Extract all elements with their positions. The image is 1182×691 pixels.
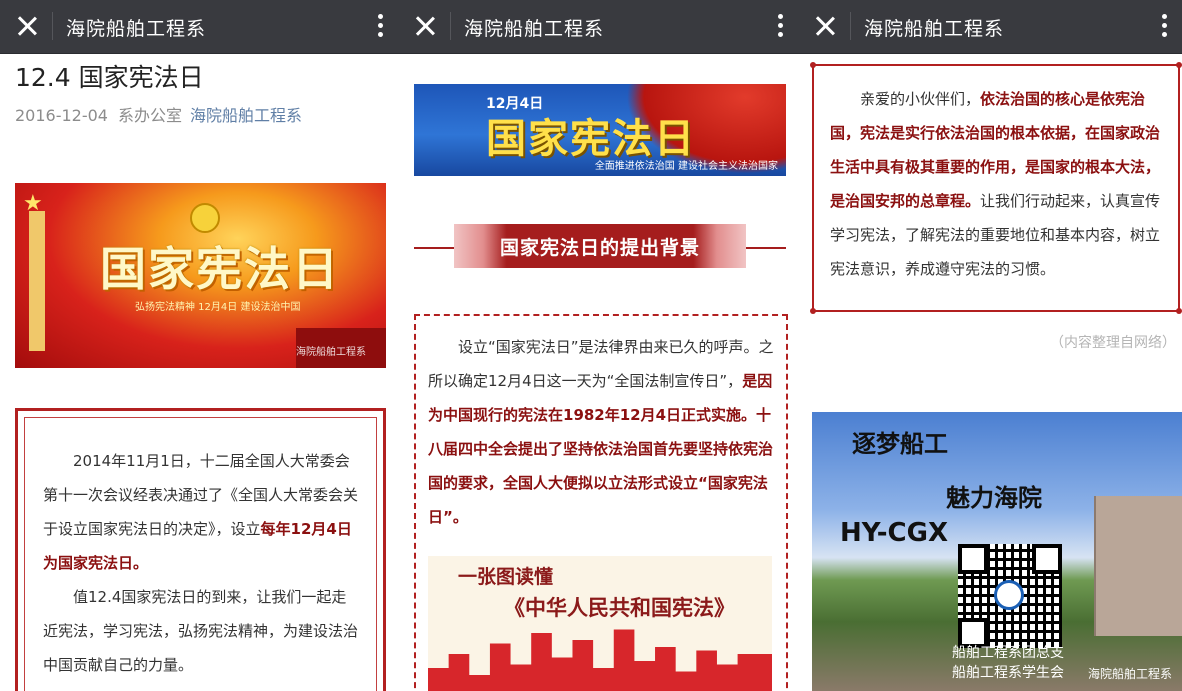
watermark: 海院船舶工程系 <box>1087 667 1172 681</box>
emblem-icon <box>190 203 220 233</box>
corner-dot <box>1176 62 1182 68</box>
panel-left: 海院船舶工程系 12.4 国家宪法日 2016-12-04 系办公室 海院船舶工程系… <box>0 0 398 691</box>
cta-greeting: 亲爱的小伙伴们， <box>860 90 981 108</box>
infographic-poster: 一张图读懂 《中华人民共和国宪法》 <box>428 556 772 691</box>
article-date: 2016-12-04 <box>15 106 108 125</box>
intro-paragraph-1: 2014年11月1日，十二届全国人大常委会第十一次会议经表决通过了《全国人大常委… <box>43 444 358 580</box>
panel-middle: 海院船舶工程系 12月4日 国家宪法日 全面推进依法治国 建设社会主义法治国家 … <box>398 0 798 691</box>
intro-paragraph-2: 值12.4国家宪法日的到来，让我们一起走近宪法，学习宪法，弘扬宪法精神，为建设法… <box>43 588 359 674</box>
poster-line-1: 一张图读懂 <box>458 566 554 588</box>
photo-caption-2: 船舶工程系学生会 <box>952 665 1064 681</box>
article-author: 系办公室 <box>117 106 182 125</box>
top-bar: 海院船舶工程系 <box>0 0 398 54</box>
background-text: 设立“国家宪法日”是法律界由来已久的呼声。之所以确定12月4日这一天为“全国法制… <box>428 338 774 390</box>
photo-text-2: 魅力海院 <box>946 484 1042 512</box>
corner-dot <box>810 308 816 314</box>
intro-box: 2014年11月1日，十二届全国人大常委会第十一次会议经表决通过了《全国人大常委… <box>15 408 386 691</box>
qr-logo-icon <box>994 580 1024 610</box>
banner-image: ★ 国家宪法日 弘扬宪法精神 12月4日 建设法治中国 海院船舶工程系 <box>15 183 386 368</box>
banner-slogan: 全面推进依法治国 建设社会主义法治国家 <box>594 161 778 172</box>
section-header: 国家宪法日的提出背景 <box>454 224 746 268</box>
section-title: 国家宪法日的提出背景 <box>499 237 700 259</box>
watermark: 海院船舶工程系 <box>296 347 366 358</box>
campus-photo: 逐梦船工 魅力海院 HY-CGX 船舶工程系团总支 船舶工程系学生会 海院船舶工… <box>812 412 1182 691</box>
corner-dot <box>1176 308 1182 314</box>
more-vertical-icon[interactable] <box>378 14 384 40</box>
qr-finder <box>1032 544 1062 574</box>
pillar-graphic <box>29 211 45 351</box>
divider <box>450 12 451 40</box>
divider <box>850 12 851 40</box>
photo-text-3: HY-CGX <box>840 518 949 548</box>
top-bar-title: 海院船舶工程系 <box>464 18 605 40</box>
background-paragraph: 设立“国家宪法日”是法律界由来已久的呼声。之所以确定12月4日这一天为“全国法制… <box>428 330 774 534</box>
call-to-action-box: 亲爱的小伙伴们，依法治国的核心是依宪治国，宪法是实行依法治国的根本依据，在国家政… <box>810 62 1182 314</box>
banner-heading: 国家宪法日 <box>100 242 340 296</box>
banner-subtitle: 弘扬宪法精神 12月4日 建设法治中国 <box>135 302 301 313</box>
top-bar-title: 海院船舶工程系 <box>864 18 1005 40</box>
article-meta: 2016-12-04 系办公室 海院船舶工程系 <box>15 102 302 126</box>
more-vertical-icon[interactable] <box>1162 14 1168 40</box>
poster-line-2: 《中华人民共和国宪法》 <box>504 596 735 620</box>
skyline-graphic <box>428 629 772 691</box>
cta-paragraph: 亲爱的小伙伴们，依法治国的核心是依宪治国，宪法是实行依法治国的根本依据，在国家政… <box>830 82 1164 286</box>
qr-code[interactable] <box>958 544 1062 648</box>
top-bar-title: 海院船舶工程系 <box>66 18 207 40</box>
building-graphic <box>1094 496 1182 636</box>
qr-finder <box>958 544 988 574</box>
source-note: （内容整理自网络） <box>1050 335 1176 351</box>
panel-right: 海院船舶工程系 亲爱的小伙伴们，依法治国的核心是依宪治国，宪法是实行依法治国的根… <box>798 0 1182 691</box>
article-title: 12.4 国家宪法日 <box>15 63 204 92</box>
blue-banner-image: 12月4日 国家宪法日 全面推进依法治国 建设社会主义法治国家 <box>414 84 786 176</box>
account-link[interactable]: 海院船舶工程系 <box>190 106 302 125</box>
divider <box>52 12 53 40</box>
more-vertical-icon[interactable] <box>778 14 784 40</box>
photo-text-1: 逐梦船工 <box>852 430 948 458</box>
close-icon[interactable] <box>412 13 438 39</box>
banner-heading: 国家宪法日 <box>486 116 696 162</box>
top-bar: 海院船舶工程系 <box>798 0 1182 54</box>
close-icon[interactable] <box>14 13 40 39</box>
top-bar: 海院船舶工程系 <box>398 0 798 54</box>
corner-dot <box>810 62 816 68</box>
close-icon[interactable] <box>812 13 838 39</box>
background-highlight: 是因为中国现行的宪法在1982年12月4日正式实施。十八届四中全会提出了坚持依法… <box>428 372 774 526</box>
photo-caption-1: 船舶工程系团总支 <box>952 645 1064 661</box>
